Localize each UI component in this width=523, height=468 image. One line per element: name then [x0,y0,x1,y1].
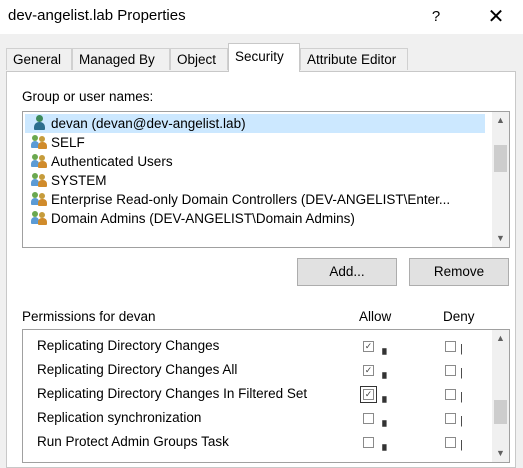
permission-row: Replication synchronization ▗ | [37,410,463,427]
tab-managed-by[interactable]: Managed By [72,48,170,70]
principal-name: SELF [51,135,85,150]
list-item-principal[interactable]: SELF [25,133,485,152]
permissions-scrollbar[interactable]: ▲ ▼ [492,330,509,462]
close-icon[interactable]: ✕ [476,4,516,30]
permission-name: Replicating Directory Changes [37,338,220,353]
window-title: dev-angelist.lab Properties [8,7,186,24]
scroll-up-icon[interactable]: ▲ [492,330,509,347]
principal-name: devan (devan@dev-angelist.lab) [51,116,246,131]
group-names-label: Group or user names: [22,89,154,104]
help-button[interactable]: ? [416,4,456,30]
group-icon [31,134,47,150]
scroll-down-icon[interactable]: ▼ [492,445,509,462]
permission-name: Run Protect Admin Groups Task [37,434,229,449]
group-icon [31,172,47,188]
list-item-principal[interactable]: devan (devan@dev-angelist.lab) [25,114,485,133]
scrollbar-thumb[interactable] [494,145,507,172]
user-icon [31,115,47,131]
permission-row: Replicating Directory Changes ✓ ▗ | [37,338,463,355]
allow-checkbox[interactable]: ✓ [363,341,374,352]
deny-checkbox[interactable] [445,365,456,376]
tab-attribute-editor[interactable]: Attribute Editor [300,48,408,70]
principals-scrollbar[interactable]: ▲ ▼ [492,112,509,247]
allow-checkbox[interactable]: ✓ [363,365,374,376]
scroll-up-icon[interactable]: ▲ [492,112,509,129]
principal-name: Domain Admins (DEV-ANGELIST\Domain Admin… [51,211,355,226]
list-item-principal[interactable]: Enterprise Read-only Domain Controllers … [25,190,485,209]
permissions-list[interactable]: Replicating Directory Changes ✓ ▗ | Repli… [22,329,510,463]
tab-object[interactable]: Object [170,48,228,70]
permission-name: Replication synchronization [37,410,202,425]
allow-checkbox[interactable]: ✓ [360,386,377,403]
principal-name: Authenticated Users [51,154,173,169]
scrollbar-thumb[interactable] [494,400,507,424]
permission-row: Replicating Directory Changes In Filtere… [37,386,463,403]
group-icon [31,210,47,226]
permissions-label: Permissions for devan [22,309,156,324]
tab-general[interactable]: General [6,48,72,70]
allow-checkbox[interactable] [363,413,374,424]
principal-name: SYSTEM [51,173,107,188]
permission-row: Replicating Directory Changes All ✓ ▗ | [37,362,463,379]
scroll-down-icon[interactable]: ▼ [492,230,509,247]
add-button[interactable]: Add... [297,258,397,286]
allow-header: Allow [359,309,392,324]
list-item-principal[interactable]: SYSTEM [25,171,485,190]
deny-checkbox[interactable] [445,437,456,448]
deny-checkbox[interactable] [445,389,456,400]
permission-name: Replicating Directory Changes In Filtere… [37,386,308,401]
permission-row: Run Protect Admin Groups Task ▗ | [37,434,463,451]
principal-name: Enterprise Read-only Domain Controllers … [51,192,451,207]
allow-checkbox[interactable] [363,437,374,448]
remove-button[interactable]: Remove [409,258,509,286]
permission-name: Replicating Directory Changes All [37,362,238,377]
list-item-principal[interactable]: Domain Admins (DEV-ANGELIST\Domain Admin… [25,209,485,228]
list-item-principal[interactable]: Authenticated Users [25,152,485,171]
group-icon [31,153,47,169]
principals-list[interactable]: devan (devan@dev-angelist.lab) SELF Auth… [22,111,510,248]
deny-header: Deny [443,309,475,324]
title-bar: dev-angelist.lab Properties ? ✕ [0,0,523,34]
group-icon [31,191,47,207]
tab-security[interactable]: Security [228,43,300,72]
deny-checkbox[interactable] [445,341,456,352]
deny-checkbox[interactable] [445,413,456,424]
